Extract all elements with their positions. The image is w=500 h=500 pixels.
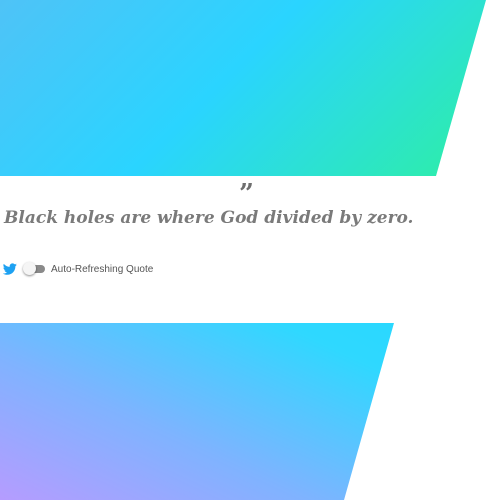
decorative-gradient-top [0, 0, 486, 176]
auto-refresh-label: Auto-Refreshing Quote [51, 263, 154, 275]
quote-controls: Auto-Refreshing Quote [2, 262, 154, 276]
quote-card: ” Black holes are where God divided by z… [0, 176, 500, 323]
toggle-knob [23, 262, 36, 275]
quote-mark-icon: ” [239, 179, 254, 209]
auto-refresh-toggle[interactable] [23, 262, 45, 276]
page: ” Black holes are where God divided by z… [0, 0, 500, 500]
twitter-share-button[interactable] [2, 262, 17, 276]
decorative-gradient-bottom [0, 323, 394, 500]
twitter-icon [2, 263, 17, 275]
quote-text: Black holes are where God divided by zer… [4, 208, 414, 228]
